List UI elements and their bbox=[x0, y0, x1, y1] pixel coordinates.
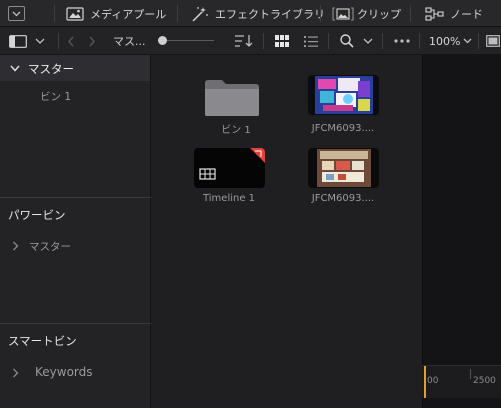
sidebar-item-bin-1[interactable]: ビン 1 bbox=[0, 86, 150, 106]
clip-item[interactable]: JFCM6093.... bbox=[298, 75, 388, 135]
master-bin-label: マスター bbox=[28, 62, 74, 76]
chevron-down-icon bbox=[35, 38, 45, 44]
top-toolbar: メディアプール エフェクトライブラリ クリップ ノード bbox=[0, 0, 501, 27]
nodes-icon bbox=[425, 6, 444, 21]
chevron-down-icon bbox=[10, 65, 20, 72]
thumbnail-size-slider[interactable] bbox=[156, 27, 216, 55]
zoom-value: 100% bbox=[429, 34, 461, 48]
viewer-panel bbox=[422, 55, 501, 408]
power-bins-header: パワービン bbox=[8, 208, 66, 222]
sort-icon bbox=[235, 35, 253, 47]
media-pool-icon bbox=[66, 6, 84, 21]
playhead-marker[interactable] bbox=[424, 366, 426, 398]
panel-toggle-button[interactable] bbox=[8, 0, 25, 27]
chevron-right-icon bbox=[89, 36, 95, 46]
breadcrumb[interactable]: マス... bbox=[113, 27, 146, 55]
clip-label: ビン 1 bbox=[221, 125, 251, 136]
video-thumbnail bbox=[308, 75, 379, 115]
search-button[interactable] bbox=[340, 27, 373, 55]
smart-bins-header: スマートビン bbox=[8, 334, 77, 348]
sidebar-item-keywords[interactable]: Keywords bbox=[0, 363, 150, 383]
ruler-start-label: 00 bbox=[427, 376, 439, 386]
clip-label: Timeline 1 bbox=[202, 193, 256, 204]
timeline-thumbnail bbox=[194, 148, 265, 188]
chevron-left-icon bbox=[68, 36, 74, 46]
nodes-label: ノード bbox=[450, 7, 483, 21]
sidebar-item-label: ビン 1 bbox=[40, 91, 72, 103]
grid-view-icon bbox=[275, 35, 289, 47]
clips-icon bbox=[332, 7, 354, 20]
list-view-button[interactable] bbox=[304, 27, 318, 55]
effects-library-button[interactable]: エフェクトライブラリ bbox=[191, 0, 325, 27]
magic-wand-icon bbox=[192, 6, 208, 22]
back-button[interactable] bbox=[67, 27, 75, 55]
sidebar-item-label: Keywords bbox=[35, 365, 93, 379]
more-icon bbox=[394, 39, 410, 43]
chevron-down-icon bbox=[463, 38, 472, 44]
chevron-right-icon bbox=[13, 368, 19, 378]
sort-button[interactable] bbox=[234, 27, 254, 55]
effects-library-label: エフェクトライブラリ bbox=[215, 7, 325, 21]
clips-button[interactable]: クリップ bbox=[332, 0, 401, 27]
clip-label: JFCM6093.... bbox=[311, 193, 375, 204]
viewer-layout-icon bbox=[486, 35, 500, 47]
timeline-item[interactable]: Timeline 1 bbox=[184, 148, 274, 208]
sidebar-toggle-icon bbox=[9, 34, 27, 48]
chevron-right-icon bbox=[13, 241, 19, 251]
forward-button[interactable] bbox=[88, 27, 96, 55]
media-pool-button[interactable]: メディアプール bbox=[66, 0, 166, 27]
clips-label: クリップ bbox=[357, 7, 401, 21]
sidebar-item-power-master[interactable]: マスター bbox=[0, 236, 150, 256]
list-view-icon bbox=[304, 35, 318, 47]
folder-icon bbox=[205, 80, 259, 116]
bin-sidebar: マスター ビン 1 パワービン マスター スマートビン Keywords bbox=[0, 55, 151, 408]
viewer-layout-button[interactable] bbox=[486, 27, 500, 55]
media-pool-toolbar: マス... 100% bbox=[0, 27, 501, 55]
timeline-ruler[interactable]: 00 2500 bbox=[422, 365, 501, 398]
nodes-button[interactable]: ノード bbox=[425, 0, 483, 27]
clip-item[interactable]: JFCM6093.... bbox=[298, 148, 388, 208]
sidebar-item-label: マスター bbox=[29, 241, 71, 253]
clip-item[interactable]: ビン 1 bbox=[191, 75, 281, 136]
search-icon bbox=[340, 34, 354, 48]
zoom-dropdown[interactable]: 100% bbox=[429, 27, 472, 55]
master-bin-header[interactable]: マスター bbox=[0, 55, 150, 81]
more-options-button[interactable] bbox=[394, 27, 410, 55]
media-pool-label: メディアプール bbox=[90, 7, 167, 21]
video-thumbnail bbox=[308, 148, 379, 188]
chevron-down-icon bbox=[8, 6, 25, 21]
sidebar-toggle-button[interactable] bbox=[9, 27, 45, 55]
chevron-down-icon bbox=[363, 38, 373, 44]
slider-handle[interactable] bbox=[158, 36, 167, 45]
thumbnail-view-button[interactable] bbox=[275, 27, 289, 55]
clip-label: JFCM6093.... bbox=[311, 123, 375, 134]
ruler-mark-label: 2500 bbox=[473, 376, 496, 386]
media-pool-grid: ビン 1 JFCM6093.... Timeline 1 JFCM6093...… bbox=[152, 55, 422, 408]
